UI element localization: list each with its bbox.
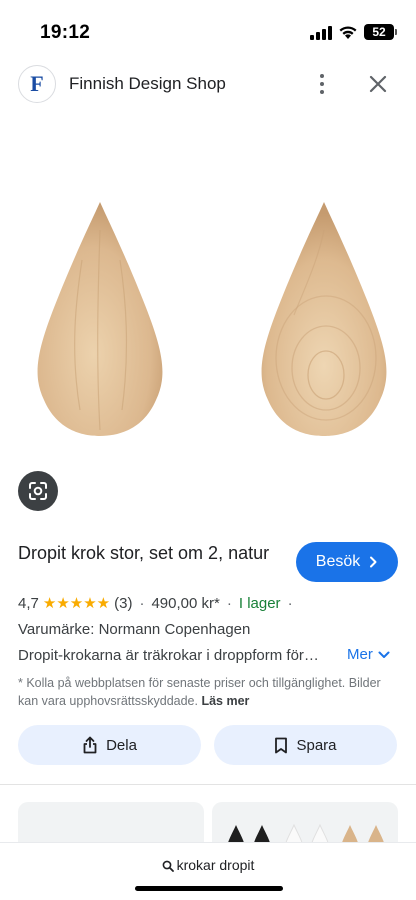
more-button[interactable]: Mer bbox=[347, 646, 390, 663]
rating-value: 4,7 bbox=[18, 594, 39, 612]
read-more-link[interactable]: Läs mer bbox=[201, 694, 249, 708]
star-icon: ★ bbox=[42, 594, 57, 612]
battery-icon: 52 bbox=[364, 24, 397, 40]
lens-button[interactable] bbox=[18, 471, 58, 511]
brand-text: Varumärke: Normann Copenhagen bbox=[18, 621, 251, 638]
separator-dot: · bbox=[139, 594, 145, 612]
share-icon bbox=[83, 736, 97, 754]
search-icon bbox=[162, 860, 174, 872]
dropit-hook-image bbox=[261, 202, 387, 436]
disclaimer: * Kolla på webbplatsen för senaste prise… bbox=[18, 674, 398, 710]
stock-status: I lager bbox=[238, 594, 281, 612]
section-divider bbox=[0, 784, 416, 785]
search-query: krokar dropit bbox=[176, 857, 255, 873]
wifi-icon bbox=[339, 26, 357, 39]
review-count[interactable]: (3) bbox=[114, 595, 132, 612]
search-query-label[interactable]: krokar dropit bbox=[0, 857, 416, 873]
star-icon: ★ bbox=[96, 594, 111, 612]
separator-dot: · bbox=[287, 594, 293, 612]
bookmark-icon bbox=[275, 737, 288, 753]
star-icon: ★ bbox=[83, 594, 97, 612]
more-vert-icon[interactable] bbox=[306, 68, 338, 100]
home-indicator[interactable] bbox=[135, 886, 283, 891]
disclaimer-text: * Kolla på webbplatsen för senaste prise… bbox=[18, 676, 381, 708]
rating-row: 4,7 ★ ★ ★ ★ ★ (3) · 490,00 kr* · I lager · bbox=[18, 593, 408, 613]
site-favicon: F bbox=[18, 65, 56, 103]
product-description: Dropit-krokarna är träkrokar i droppform… bbox=[18, 647, 319, 664]
status-time: 19:12 bbox=[40, 22, 91, 43]
star-rating: ★ ★ ★ ★ ★ bbox=[43, 596, 110, 611]
more-label: Mer bbox=[347, 646, 373, 663]
share-label: Dela bbox=[106, 736, 137, 754]
status-bar: 19:12 52 bbox=[0, 0, 416, 60]
site-name[interactable]: Finnish Design Shop bbox=[69, 74, 226, 94]
header: F Finnish Design Shop bbox=[0, 62, 416, 108]
signal-icon bbox=[310, 26, 332, 40]
close-icon[interactable] bbox=[362, 68, 394, 100]
chevron-right-icon bbox=[370, 556, 377, 568]
chevron-down-icon bbox=[378, 651, 390, 658]
save-label: Spara bbox=[296, 736, 337, 754]
separator-dot: · bbox=[226, 594, 232, 612]
product-title[interactable]: Dropit krok stor, set om 2, natur bbox=[18, 541, 278, 565]
lens-icon bbox=[29, 482, 47, 500]
price: 490,00 kr* bbox=[151, 594, 220, 612]
visit-label: Besök bbox=[315, 553, 361, 570]
save-button[interactable]: Spara bbox=[214, 725, 397, 765]
star-icon: ★ bbox=[69, 594, 84, 612]
dropit-hook-image bbox=[37, 202, 163, 436]
star-icon: ★ bbox=[56, 594, 70, 612]
bottom-search-bar[interactable]: krokar dropit bbox=[0, 842, 416, 900]
share-button[interactable]: Dela bbox=[18, 725, 201, 765]
favicon-letter: F bbox=[30, 71, 44, 96]
product-image[interactable] bbox=[0, 190, 416, 450]
visit-button[interactable]: Besök bbox=[296, 542, 398, 582]
